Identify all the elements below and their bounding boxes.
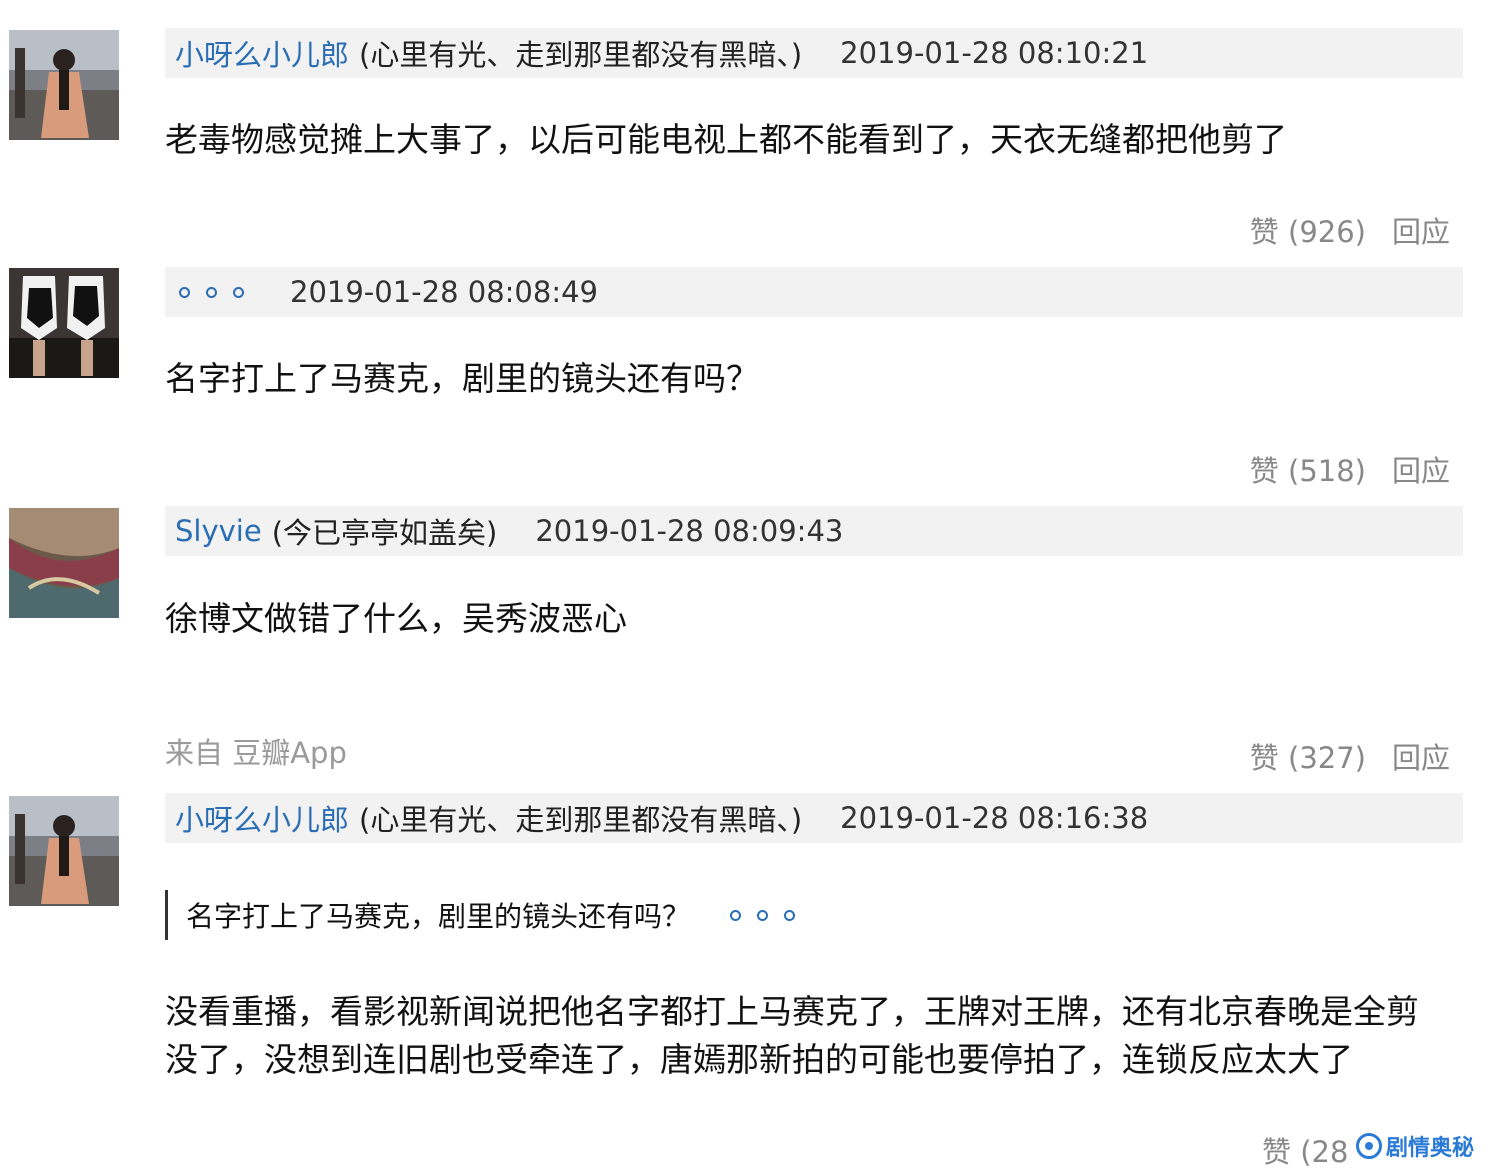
- comment-timestamp: 2019-01-28 08:09:43: [535, 514, 844, 548]
- avatar-slyvie[interactable]: [9, 508, 119, 618]
- comment-text: 名字打上了马赛克，剧里的镜头还有吗？: [165, 359, 759, 398]
- comment-actions: 赞 (926) 回应: [1250, 209, 1450, 251]
- quote-text: 名字打上了马赛克，剧里的镜头还有吗？: [186, 900, 691, 933]
- author-signature: (心里有光、走到那里都没有黑暗、): [359, 803, 803, 837]
- watermark-text: 剧情奥秘: [1386, 1136, 1475, 1161]
- comment-source[interactable]: 来自 豆瓣App: [165, 730, 347, 772]
- comment-meta-bar: Slyvie (今已亭亭如盖矣) 2019-01-28 08:09:43: [165, 506, 1463, 556]
- comment-timestamp: 2019-01-28 08:08:49: [290, 275, 598, 309]
- comment-text: 老毒物感觉摊上大事了，以后可能电视上都不能看到了，天衣无缝都把他剪了: [165, 120, 1287, 159]
- comment-timestamp: 2019-01-28 08:10:21: [840, 36, 1149, 70]
- comment-meta-bar: 小呀么小儿郎 (心里有光、走到那里都没有黑暗、) 2019-01-28 08:1…: [165, 28, 1463, 78]
- comment-meta-bar: 小呀么小儿郎 (心里有光、走到那里都没有黑暗、) 2019-01-28 08:1…: [165, 793, 1463, 843]
- reply-button[interactable]: 回应: [1392, 448, 1450, 490]
- quoted-comment: 名字打上了马赛克，剧里的镜头还有吗？: [165, 890, 1068, 940]
- avatar-shoes[interactable]: [9, 268, 119, 378]
- author-name[interactable]: Slyvie: [175, 514, 262, 548]
- author-name[interactable]: 小呀么小儿郎: [175, 32, 349, 74]
- author-signature: (心里有光、走到那里都没有黑暗、): [359, 38, 803, 72]
- comment-text: 没看重播，看影视新闻说把他名字都打上马赛克了，王牌对王牌，还有北京春晚是全剪没了…: [165, 992, 1419, 1079]
- dot-icon: [176, 284, 193, 300]
- comment-actions: 赞 (518) 回应: [1250, 448, 1450, 490]
- watermark: 剧情奥秘: [1350, 1128, 1481, 1164]
- username-dots[interactable]: [176, 284, 247, 300]
- dot-icon: [230, 284, 247, 300]
- author-name[interactable]: 小呀么小儿郎: [175, 797, 349, 839]
- watermark-logo-icon: [1356, 1133, 1382, 1159]
- quoted-username-dots[interactable]: [727, 907, 798, 923]
- dot-icon: [754, 907, 771, 923]
- reply-button[interactable]: 回应: [1392, 209, 1450, 251]
- comment-timestamp: 2019-01-28 08:16:38: [840, 801, 1149, 835]
- like-button[interactable]: 赞 (28: [1262, 1129, 1348, 1171]
- comment-text: 徐博文做错了什么，吴秀波恶心: [165, 599, 627, 638]
- like-button[interactable]: 赞 (518): [1250, 448, 1366, 490]
- avatar-xiaoyamexiaoerlang[interactable]: [9, 30, 119, 140]
- like-button[interactable]: 赞 (926): [1250, 209, 1366, 251]
- comment-actions: 赞 (327) 回应: [1250, 735, 1450, 777]
- dot-icon: [203, 284, 220, 300]
- author-signature: (今已亭亭如盖矣): [271, 516, 498, 550]
- comment-meta-bar: 2019-01-28 08:08:49: [165, 267, 1463, 317]
- reply-button[interactable]: 回应: [1392, 735, 1450, 777]
- dot-icon: [781, 907, 798, 923]
- avatar-xiaoyamexiaoerlang[interactable]: [9, 796, 119, 906]
- comment-actions: 赞 (28: [1262, 1129, 1348, 1171]
- dot-icon: [727, 907, 744, 923]
- like-button[interactable]: 赞 (327): [1250, 735, 1366, 777]
